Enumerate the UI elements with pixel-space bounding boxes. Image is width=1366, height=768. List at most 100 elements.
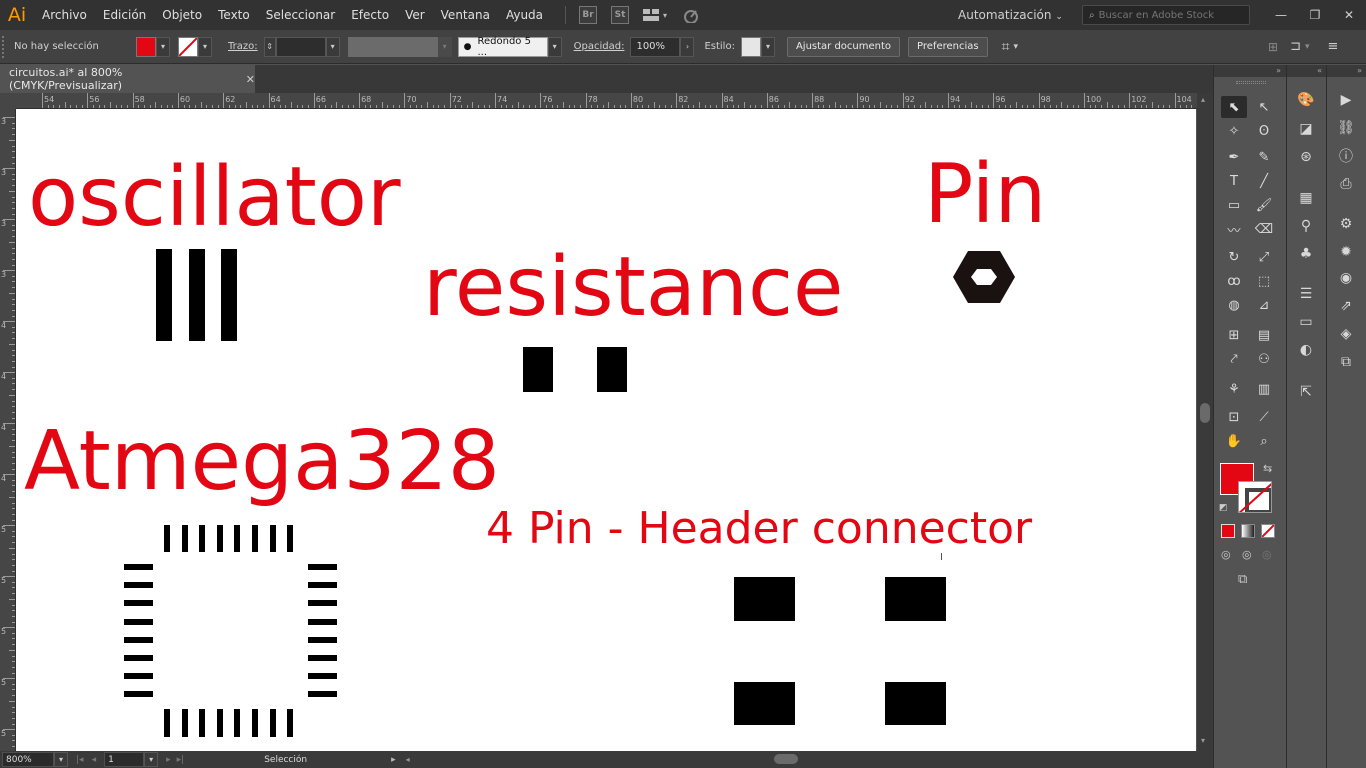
atmega-pad[interactable] (287, 709, 294, 737)
color-guide-icon[interactable]: ◪ (1292, 117, 1320, 141)
menu-efecto[interactable]: Efecto (343, 0, 397, 30)
layers-panel-icon[interactable]: ◈ (1332, 322, 1360, 346)
color-panel-icon[interactable]: 🎨 (1292, 88, 1320, 112)
atmega-pad[interactable] (269, 709, 276, 737)
attributes-panel-icon[interactable]: ⎙ (1332, 172, 1360, 196)
menu-texto[interactable]: Texto (210, 0, 258, 30)
direct-selection-tool-icon[interactable]: ↖ (1251, 96, 1277, 118)
atmega-pad[interactable] (252, 709, 258, 737)
atmega-pad[interactable] (124, 673, 153, 680)
screen-mode-icon[interactable]: ⧉ (1238, 572, 1247, 587)
recolor-icon[interactable]: ⊛ (1292, 145, 1320, 169)
menu-edición[interactable]: Edición (95, 0, 154, 30)
pen-tool-icon[interactable]: ✒ (1221, 146, 1247, 168)
atmega-pad[interactable] (252, 525, 258, 552)
stock-search-input[interactable] (1098, 9, 1239, 21)
chevron-down-icon[interactable]: ▾ (1014, 42, 1019, 52)
menu-seleccionar[interactable]: Seleccionar (258, 0, 343, 30)
vertical-scroll-thumb[interactable] (1200, 403, 1210, 423)
transparency-panel-icon[interactable]: ◐ (1292, 338, 1320, 362)
resistor-pad[interactable] (597, 347, 627, 392)
atmega-pad[interactable] (199, 709, 206, 737)
atmega-pad[interactable] (124, 582, 153, 589)
oscillator-pad[interactable] (221, 249, 237, 341)
atmega-pad[interactable] (269, 525, 276, 552)
menu-ventana[interactable]: Ventana (433, 0, 498, 30)
draw-behind-icon[interactable]: ◎ (1242, 548, 1252, 561)
toolbox-grip[interactable] (1236, 81, 1266, 84)
atmega-pad[interactable] (124, 564, 153, 570)
pin-hex-pad[interactable] (951, 249, 1017, 305)
close-tab-icon[interactable]: ✕ (246, 73, 255, 86)
atmega-pad[interactable] (308, 636, 337, 643)
eyedropper-tool-icon[interactable]: ⤤ (1221, 348, 1247, 370)
header-pad[interactable] (885, 577, 946, 621)
graphic-style-swatch[interactable] (740, 36, 761, 57)
minimize-button[interactable]: — (1264, 0, 1298, 30)
atmega-pad[interactable] (164, 709, 170, 737)
bridge-icon[interactable]: Br (579, 6, 598, 24)
brush-dropdown[interactable]: ▾ (547, 36, 562, 57)
line-tool-icon[interactable]: ╱ (1251, 170, 1277, 192)
curvature-tool-icon[interactable]: ✎ (1251, 146, 1277, 168)
stroke-swatch[interactable] (178, 36, 198, 57)
status-menu-arrow-icon[interactable]: ▸ (391, 755, 396, 765)
stock-icon[interactable]: St (611, 6, 630, 24)
stroke-panel-icon[interactable]: ☰ (1292, 282, 1320, 306)
scale-tool-icon[interactable]: ⤢ (1251, 246, 1277, 268)
atmega-pad[interactable] (216, 525, 223, 552)
fill-swatch[interactable] (136, 36, 156, 57)
arrange-icon[interactable]: ⊐ (1290, 39, 1301, 54)
stock-search-box[interactable]: ⌕ (1082, 5, 1250, 25)
brush-definition[interactable]: ● Redondo 5 ... (457, 36, 548, 58)
gradient-panel-icon[interactable]: ▭ (1292, 310, 1320, 334)
atmega-pad[interactable] (124, 655, 153, 661)
atmega-pad[interactable] (308, 655, 337, 661)
document-info-icon[interactable]: ⓘ (1332, 144, 1360, 168)
document-tab[interactable]: circuitos.ai* al 800% (CMYK/Previsualiza… (0, 65, 255, 93)
stroke-weight-dropdown[interactable]: ▾ (325, 36, 340, 57)
symbols-panel-icon[interactable]: ♣ (1292, 242, 1320, 266)
warp-tool-icon[interactable]: ꝏ (1221, 270, 1247, 292)
symbol-sprayer-tool-icon[interactable]: ⚘ (1221, 378, 1247, 400)
swatches-panel-icon[interactable]: ▦ (1292, 186, 1320, 210)
stroke-label[interactable]: Trazo: (222, 41, 264, 52)
horizontal-ruler[interactable]: 54 56 58 60 62 64 66 68 70 72 74 76 78 80 82 84 86 88 90 92… (16, 93, 1197, 109)
lasso-tool-icon[interactable]: ʘ (1251, 120, 1277, 142)
menu-lines-icon[interactable]: ≡ (1328, 39, 1339, 54)
type-tool-icon[interactable]: T (1221, 170, 1247, 192)
links-panel-icon[interactable]: ⛓ (1332, 116, 1360, 140)
preferences-button[interactable]: Preferencias (908, 36, 988, 57)
stroke-dropdown[interactable]: ▾ (198, 36, 212, 57)
atmega-pad[interactable] (164, 525, 170, 552)
rectangle-tool-icon[interactable]: ▭ (1221, 194, 1247, 216)
scroll-down-icon[interactable]: ▾ (1201, 736, 1205, 745)
artboards-panel-icon[interactable]: ⧉ (1332, 350, 1360, 374)
artboard-number-field[interactable]: 1 (104, 752, 145, 767)
paintbrush-tool-icon[interactable]: 🖌 (1251, 194, 1277, 216)
atmega-pad[interactable] (124, 636, 153, 643)
header-pad[interactable] (734, 577, 795, 621)
perspective-grid-tool-icon[interactable]: ⊿ (1251, 294, 1277, 316)
artboard-canvas[interactable]: oscillator resistance Pin Atmega328 4 Pi… (16, 109, 1196, 751)
zoom-field[interactable]: 800% (2, 752, 54, 767)
menu-archivo[interactable]: Archivo (34, 0, 95, 30)
menu-ver[interactable]: Ver (397, 0, 433, 30)
scroll-up-icon[interactable]: ▴ (1201, 95, 1205, 104)
dock-expand-icon[interactable]: » (1327, 65, 1366, 77)
arrange-documents-icon[interactable]: ▾ (642, 8, 667, 22)
close-window-button[interactable]: ✕ (1332, 0, 1366, 30)
atmega-pad[interactable] (181, 525, 188, 552)
rotate-tool-icon[interactable]: ↻ (1221, 246, 1247, 268)
opacity-dropdown[interactable]: › (680, 36, 695, 57)
restore-button[interactable]: ❐ (1298, 0, 1332, 30)
style-dropdown[interactable]: ▾ (760, 36, 775, 57)
blend-tool-icon[interactable]: ⚇ (1251, 348, 1277, 370)
gradient-mode-icon[interactable] (1241, 524, 1255, 538)
fill-dropdown[interactable]: ▾ (156, 36, 170, 57)
resistor-pad[interactable] (523, 347, 553, 392)
export-asset-icon[interactable]: ⇗ (1332, 294, 1360, 318)
oscillator-pad[interactable] (189, 249, 205, 341)
gpu-performance-icon[interactable] (681, 7, 701, 23)
magic-wand-tool-icon[interactable]: ✧ (1221, 120, 1247, 142)
